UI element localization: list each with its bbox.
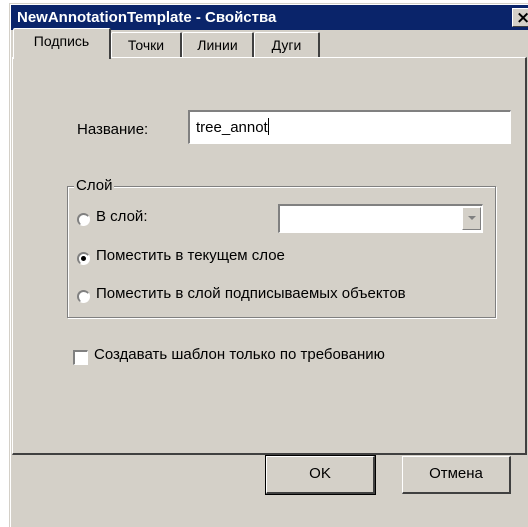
cancel-button-label: Отмена <box>429 465 483 482</box>
name-input-value: tree_annot <box>196 119 268 136</box>
close-button[interactable]: × <box>512 8 528 28</box>
name-input[interactable]: tree_annot <box>188 110 511 144</box>
properties-dialog: NewAnnotationTemplate - Свойства × Подпи… <box>9 3 528 527</box>
radio-into-layer-label[interactable]: В слой: <box>96 208 147 225</box>
ok-button[interactable]: OK <box>265 455 376 495</box>
ok-button-label: OK <box>309 465 331 482</box>
tab-label: Дуги <box>271 37 302 53</box>
title-bar[interactable]: NewAnnotationTemplate - Свойства × <box>11 5 528 30</box>
layer-select[interactable] <box>278 204 483 233</box>
on-demand-checkbox-label[interactable]: Создавать шаблон только по требованию <box>94 346 385 363</box>
tab-dugi[interactable]: Дуги <box>254 32 320 58</box>
radio-annotated-objects-layer-label[interactable]: Поместить в слой подписываемых объектов <box>96 285 406 302</box>
radio-current-layer[interactable] <box>77 252 90 265</box>
radio-annotated-objects-layer[interactable] <box>77 290 90 303</box>
radio-into-layer[interactable] <box>77 213 90 226</box>
tab-podpis[interactable]: Подпись <box>13 28 111 59</box>
tab-linii[interactable]: Линии <box>182 32 254 58</box>
tab-label: Подпись <box>33 33 90 49</box>
tab-label: Точки <box>127 37 165 53</box>
tab-label: Линии <box>197 37 238 53</box>
text-caret <box>267 118 269 135</box>
close-icon: × <box>516 8 528 28</box>
on-demand-checkbox[interactable] <box>73 350 88 365</box>
chevron-down-icon[interactable] <box>462 207 481 230</box>
name-label: Название: <box>77 121 149 138</box>
window-title: NewAnnotationTemplate - Свойства <box>17 9 277 26</box>
tab-tochki[interactable]: Точки <box>111 32 182 58</box>
radio-current-layer-label[interactable]: Поместить в текущем слое <box>96 247 285 264</box>
cancel-button[interactable]: Отмена <box>402 456 511 494</box>
layer-group-title: Слой <box>74 177 115 194</box>
